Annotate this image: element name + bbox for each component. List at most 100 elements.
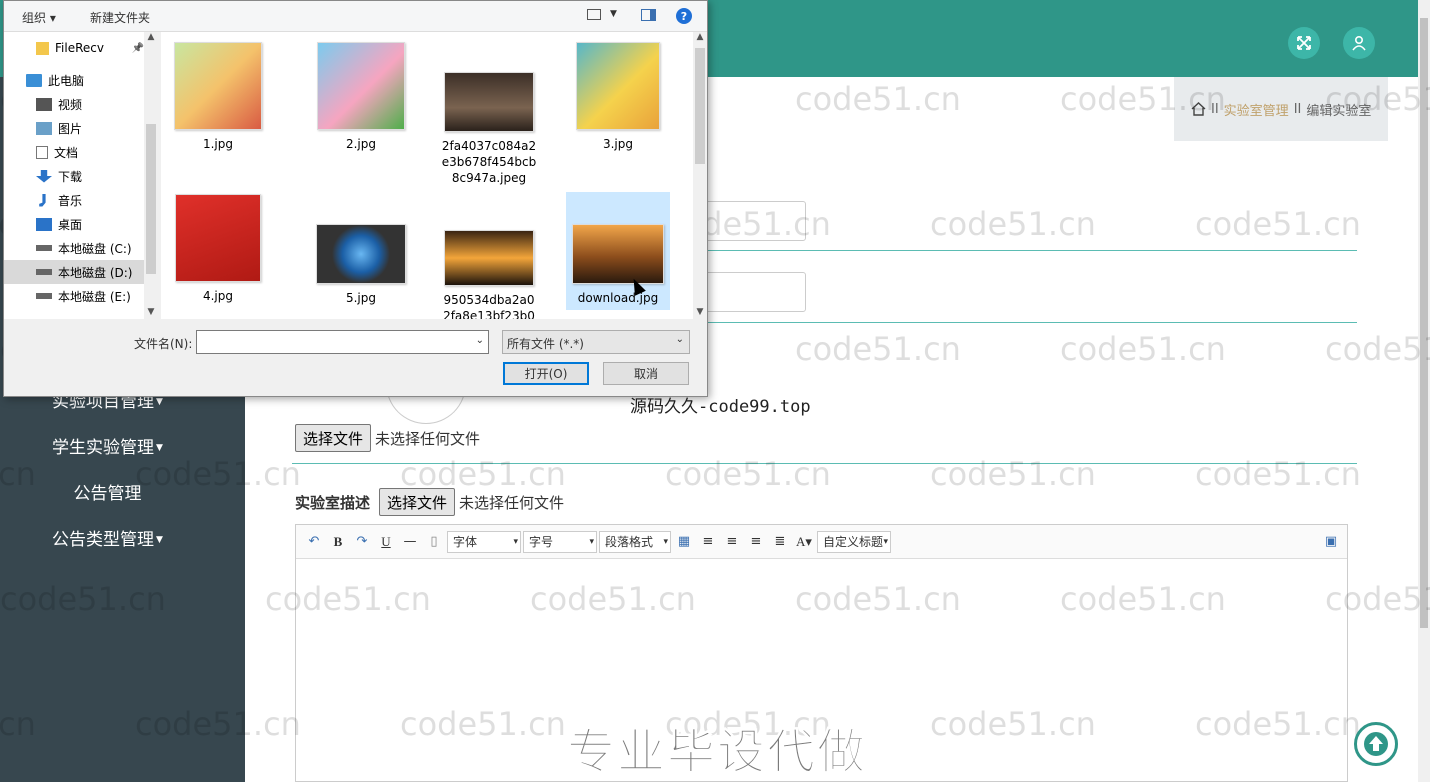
font-family-select[interactable]: 字体	[447, 530, 521, 553]
file-item[interactable]: 950534dba2a02fa8e13bf23b0	[437, 230, 541, 319]
fullscreen-editor-icon[interactable]: ▣	[1319, 531, 1343, 553]
file-thumbnail	[175, 194, 261, 282]
dialog-footer: 文件名(N): ⌄ 所有文件 (*.*) ⌄ 打开(O) 取消	[4, 319, 707, 396]
file-type-value: 所有文件 (*.*)	[507, 337, 584, 351]
drive-icon	[36, 245, 52, 251]
chevron-down-icon[interactable]: ⌄	[476, 335, 484, 346]
cancel-button[interactable]: 取消	[603, 362, 689, 385]
organize-button[interactable]: 组织 ▾	[22, 9, 56, 26]
font-color-icon[interactable]: A▾	[792, 531, 816, 553]
help-icon[interactable]: ?	[676, 8, 692, 24]
align-left-icon[interactable]: ≡	[696, 531, 720, 553]
preview-pane-icon[interactable]	[641, 9, 656, 21]
breadcrumb-separator: II	[1293, 101, 1302, 117]
caret-icon: ▼	[156, 443, 163, 453]
user-button[interactable]	[1343, 27, 1375, 59]
nav-item-label: 本地磁盘 (E:)	[58, 289, 131, 304]
undo-icon[interactable]: ↶	[302, 531, 326, 553]
desktop-icon	[36, 217, 52, 231]
nav-item-label: 图片	[58, 121, 83, 136]
sidebar-item-notice-type[interactable]: 公告类型管理 ▼	[0, 525, 215, 550]
nav-scrollbar[interactable]: ▲ ▼	[144, 32, 158, 319]
file-thumbnail	[444, 230, 534, 286]
divider	[292, 463, 1357, 464]
nav-item-label: 桌面	[58, 217, 83, 232]
nav-item-drive[interactable]: 本地磁盘 (E:)	[4, 284, 144, 308]
chevron-down-icon[interactable]: ▼	[610, 9, 617, 19]
scrollbar-thumb[interactable]	[146, 124, 156, 274]
nav-item-drive[interactable]: 本地磁盘 (C:)	[4, 236, 144, 260]
chevron-up-icon[interactable]: ▲	[144, 32, 158, 42]
paragraph-format-select[interactable]: 段落格式	[599, 530, 671, 553]
download-icon	[36, 169, 52, 183]
watermark-text: code51.cn	[665, 455, 831, 493]
pin-icon: 📌	[131, 42, 144, 54]
custom-title-select[interactable]: 自定义标题	[817, 530, 891, 553]
files-scrollbar[interactable]: ▲ ▼	[693, 32, 707, 319]
file-item[interactable]: 2.jpg	[309, 42, 413, 152]
back-to-top-button[interactable]	[1354, 722, 1398, 766]
caret-icon: ▼	[156, 535, 163, 545]
file-item[interactable]: 2fa4037c084a2e3b678f454bcb8c947a.jpeg	[437, 72, 541, 186]
view-options-icon[interactable]	[587, 9, 601, 20]
nav-item-video[interactable]: 视频	[4, 92, 144, 116]
breadcrumb-separator: II	[1211, 101, 1219, 117]
scrollbar-thumb[interactable]	[695, 48, 705, 164]
fullscreen-icon	[1297, 36, 1311, 50]
nav-item-pictures[interactable]: 图片	[4, 116, 144, 140]
document-icon[interactable]: ▯	[422, 531, 446, 553]
redo-icon[interactable]: ↷	[350, 531, 374, 553]
bold-icon[interactable]: B	[326, 531, 350, 553]
nav-item-label: 文档	[54, 145, 79, 160]
file-item[interactable]: 1.jpg	[166, 42, 270, 152]
file-item[interactable]: 3.jpg	[566, 42, 670, 152]
file-open-dialog: 组织 ▾ 新建文件夹 ▼ ? FileRecv 📌 此电脑 视频图片文档下载 音乐桌面本…	[3, 0, 708, 397]
file-item[interactable]: download.jpg	[566, 192, 670, 310]
new-folder-button[interactable]: 新建文件夹	[90, 9, 150, 26]
file-type-select[interactable]: 所有文件 (*.*) ⌄	[502, 330, 690, 354]
watermark-text: code51.cn	[1060, 330, 1226, 368]
page-scrollbar[interactable]	[1418, 0, 1430, 782]
font-size-select[interactable]: 字号	[523, 530, 597, 553]
fullscreen-button[interactable]	[1288, 27, 1320, 59]
align-justify-icon[interactable]: ≣	[768, 531, 792, 553]
scrollbar-thumb[interactable]	[1420, 18, 1428, 628]
home-icon[interactable]	[1191, 102, 1206, 116]
nav-item-documents[interactable]: 文档	[4, 140, 144, 164]
chevron-down-icon[interactable]: ▼	[144, 307, 158, 317]
nav-item-folder[interactable]: FileRecv 📌	[4, 36, 144, 60]
computer-icon	[26, 73, 42, 87]
breadcrumb: II 实验室管理 II 编辑实验室	[1174, 77, 1388, 141]
open-button[interactable]: 打开(O)	[503, 362, 589, 385]
chevron-down-icon[interactable]: ▼	[693, 307, 707, 317]
description-row: 实验室描述 选择文件 未选择任何文件	[295, 488, 564, 516]
table-icon[interactable]: ▦	[672, 531, 696, 553]
filename-input[interactable]: ⌄	[196, 330, 489, 354]
sidebar-item-notice[interactable]: 公告管理	[0, 479, 215, 504]
nav-item-download[interactable]: 下载	[4, 164, 144, 188]
nav-item-label: 本地磁盘 (C:)	[58, 241, 132, 256]
chevron-up-icon[interactable]: ▲	[693, 32, 707, 42]
nav-item-drive[interactable]: 本地磁盘 (D:)	[4, 260, 144, 284]
align-center-icon[interactable]: ≡	[744, 531, 768, 553]
nav-item-desktop[interactable]: 桌面	[4, 212, 144, 236]
breadcrumb-section[interactable]: 实验室管理	[1224, 100, 1289, 119]
file-item[interactable]: 5.jpg	[309, 224, 413, 306]
file-item[interactable]: 4.jpg	[166, 194, 270, 304]
file-thumbnail	[316, 224, 406, 284]
video-icon	[36, 97, 52, 111]
underline-icon[interactable]: U	[374, 531, 398, 553]
file-thumbnail	[317, 42, 405, 130]
lab-name-input[interactable]	[696, 201, 806, 241]
align-right-icon[interactable]: ≡	[720, 531, 744, 553]
choose-file-button[interactable]: 选择文件	[379, 488, 456, 516]
choose-file-button[interactable]: 选择文件	[295, 424, 372, 452]
drive-icon	[36, 293, 52, 299]
nav-item-computer[interactable]: 此电脑	[4, 68, 144, 92]
promo-overlay-text: 专业毕设代做	[566, 724, 868, 781]
horizontal-rule-icon[interactable]: —	[398, 531, 422, 553]
lab-location-input[interactable]	[696, 272, 806, 312]
nav-item-music[interactable]: 音乐	[4, 188, 144, 212]
sidebar-item-student-experiment[interactable]: 学生实验管理 ▼	[0, 433, 215, 458]
watermark-text: code51.cn	[1195, 205, 1361, 243]
